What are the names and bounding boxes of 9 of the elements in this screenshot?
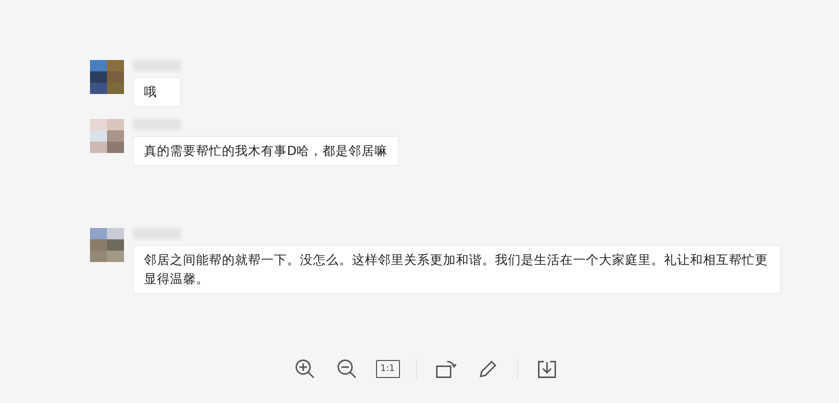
zoom-out-icon xyxy=(336,358,358,380)
message-bubble: 邻居之间能帮的就帮一下。没怎么。这样邻里关系更加和谐。我们是生活在一个大家庭里。礼让和相互帮忙更显得温馨。 xyxy=(133,245,781,294)
download-icon xyxy=(536,358,558,380)
pencil-icon xyxy=(476,358,498,380)
zoom-in-icon xyxy=(294,358,316,380)
actual-size-button[interactable]: 1:1 xyxy=(376,360,400,378)
message-bubble: 哦 xyxy=(133,77,181,107)
message-bubble: 真的需要帮忙的我木有事D哈，都是邻居嘛 xyxy=(133,136,399,166)
rotate-icon xyxy=(434,358,456,380)
